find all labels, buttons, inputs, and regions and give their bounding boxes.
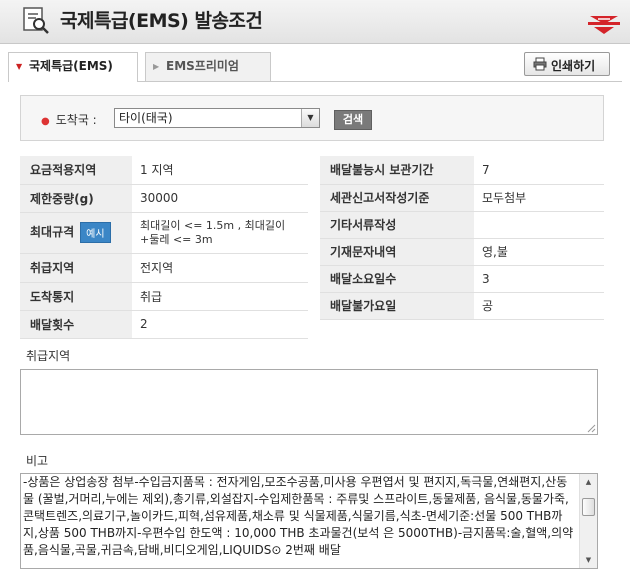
row-value: 전지역 (132, 253, 308, 283)
row-label: 요금적용지역 (20, 156, 132, 185)
table-row: 배달횟수 2 (20, 310, 308, 339)
handling-area-label: 취급지역 (26, 349, 71, 363)
scroll-up-icon[interactable]: ▲ (580, 474, 597, 490)
search-document-icon (23, 7, 49, 34)
search-button[interactable]: 검색 (334, 110, 372, 130)
row-label: 배달불능시 보관기간 (320, 156, 474, 185)
table-row: 배달불능시 보관기간 7 (320, 156, 604, 185)
table-row: 요금적용지역 1 지역 (20, 156, 308, 185)
row-value: 3 (474, 265, 604, 293)
table-row: 도착통지 취급 (20, 282, 308, 311)
destination-select-value: 타이(태국) (119, 111, 173, 125)
tab-ems[interactable]: ▼ 국제특급(EMS) (8, 52, 138, 82)
row-label: 최대규격 예시 (20, 212, 132, 254)
row-value: 취급 (132, 282, 308, 311)
example-button[interactable]: 예시 (80, 222, 111, 243)
row-label: 취급지역 (20, 253, 132, 283)
row-value: 30000 (132, 184, 308, 213)
conditions-table-right: 배달불능시 보관기간 7 세관신고서작성기준 모두첨부 기타서류작성 기재문자내… (320, 156, 604, 320)
scroll-thumb[interactable] (582, 498, 595, 516)
destination-select[interactable]: 타이(태국) ▼ (114, 108, 320, 128)
bullet-icon: ● (41, 116, 50, 127)
resize-grip-icon[interactable] (586, 423, 596, 433)
table-row: 세관신고서작성기준 모두첨부 (320, 184, 604, 212)
remarks-textarea[interactable]: -상품은 상업송장 첨부-수입금지품목 : 전자게임,모조수공품,미사용 우편엽… (20, 473, 598, 569)
handling-area-textarea[interactable] (20, 369, 598, 435)
post-logo-icon (588, 16, 620, 34)
tab-ems-premium-label: EMS프리미엄 (166, 59, 239, 73)
table-row: 기타서류작성 (320, 211, 604, 239)
row-label: 배달횟수 (20, 310, 132, 339)
title-bar: 국제특급(EMS) 발송조건 (0, 0, 630, 44)
row-value: 모두첨부 (474, 184, 604, 212)
remarks-label: 비고 (26, 454, 49, 468)
table-row: 배달불가요일 공 (320, 292, 604, 320)
table-row: 배달소요일수 3 (320, 265, 604, 293)
row-value: 공 (474, 292, 604, 320)
destination-search-panel: ● 도착국 : 타이(태국) ▼ 검색 (20, 95, 604, 141)
tab-arrow-icon: ▶ (153, 62, 160, 71)
table-row: 최대규격 예시 최대길이 <= 1.5m , 최대길이+둘레 <= 3m (20, 212, 308, 254)
row-label: 제한중량(g) (20, 184, 132, 213)
row-label: 기재문자내역 (320, 238, 474, 266)
row-value: 최대길이 <= 1.5m , 최대길이+둘레 <= 3m (132, 212, 308, 254)
remarks-scrollbar[interactable]: ▲ ▼ (579, 474, 597, 568)
dropdown-arrow-icon[interactable]: ▼ (301, 109, 319, 127)
row-value: 7 (474, 156, 604, 185)
row-value: 2 (132, 310, 308, 339)
table-row: 기재문자내역 영,불 (320, 238, 604, 266)
page-title: 국제특급(EMS) 발송조건 (60, 10, 263, 32)
scroll-down-icon[interactable]: ▼ (580, 552, 597, 568)
conditions-table-left: 요금적용지역 1 지역 제한중량(g) 30000 최대규격 예시 최대길이 <=… (20, 156, 308, 339)
max-size-label: 최대규격 (30, 225, 75, 239)
print-button-label: 인쇄하기 (551, 59, 596, 73)
destination-label-text: 도착국 : (55, 113, 97, 127)
row-value: 1 지역 (132, 156, 308, 185)
destination-label: ● 도착국 : (41, 111, 97, 128)
active-tab-marker-icon: ▼ (16, 62, 23, 71)
remarks-text: -상품은 상업송장 첨부-수입금지품목 : 전자게임,모조수공품,미사용 우편엽… (23, 475, 574, 557)
row-label: 배달소요일수 (320, 265, 474, 293)
row-value: 영,불 (474, 238, 604, 266)
row-label: 도착통지 (20, 282, 132, 311)
row-label: 세관신고서작성기준 (320, 184, 474, 212)
row-label: 배달불가요일 (320, 292, 474, 320)
tab-ems-premium[interactable]: ▶ EMS프리미엄 (145, 52, 271, 81)
row-label: 기타서류작성 (320, 211, 474, 239)
table-row: 취급지역 전지역 (20, 253, 308, 283)
table-row: 제한중량(g) 30000 (20, 184, 308, 213)
tab-ems-label: 국제특급(EMS) (29, 59, 113, 73)
print-button[interactable]: 인쇄하기 (524, 52, 610, 76)
printer-icon (533, 57, 547, 71)
row-value (474, 211, 604, 239)
